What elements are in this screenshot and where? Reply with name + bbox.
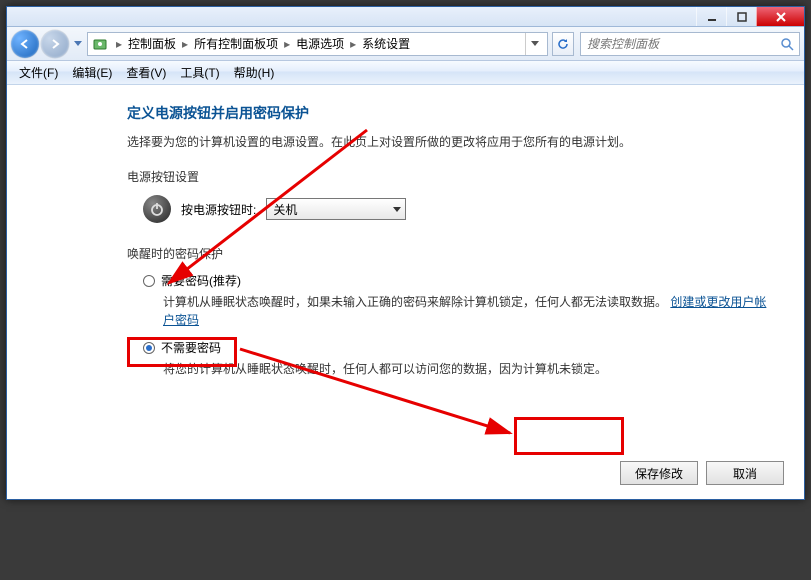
radio-no-password[interactable]: 不需要密码 [143,339,774,356]
menu-edit[interactable]: 编辑(E) [66,62,118,83]
menu-help[interactable]: 帮助(H) [228,62,281,83]
radio-icon [143,275,155,287]
power-action-dropdown[interactable]: 关机 [266,198,406,220]
chevron-right-icon: ▸ [112,37,126,51]
window: ▸ 控制面板 ▸ 所有控制面板项 ▸ 电源选项 ▸ 系统设置 文件(F) 编辑(… [6,6,805,500]
chevron-down-icon [393,202,401,216]
menu-view[interactable]: 查看(V) [120,62,172,83]
power-button-label: 按电源按钮时: [181,201,256,218]
opt2-description: 将您的计算机从睡眠状态唤醒时，任何人都可以访问您的数据，因为计算机未锁定。 [163,360,774,378]
page-description: 选择要为您的计算机设置的电源设置。在此页上对设置所做的更改将应用于您所有的电源计… [127,133,774,150]
close-button[interactable] [756,7,804,26]
radio-icon [143,342,155,354]
address-dropdown[interactable] [525,33,543,55]
search-input[interactable] [585,36,779,52]
section-power-label: 电源按钮设置 [127,168,774,185]
maximize-button[interactable] [726,7,756,26]
refresh-button[interactable] [552,32,574,56]
control-panel-icon [92,36,108,52]
dropdown-value: 关机 [273,201,297,218]
section-password-label: 唤醒时的密码保护 [127,245,774,262]
menubar: 文件(F) 编辑(E) 查看(V) 工具(T) 帮助(H) [7,61,804,85]
power-icon [143,195,171,223]
chevron-right-icon: ▸ [178,37,192,51]
content-area: 定义电源按钮并启用密码保护 选择要为您的计算机设置的电源设置。在此页上对设置所做… [7,85,804,499]
breadcrumb-item[interactable]: 所有控制面板项 [192,35,280,52]
opt1-description: 计算机从睡眠状态唤醒时，如果未输入正确的密码来解除计算机锁定，任何人都无法读取数… [163,293,774,329]
history-dropdown[interactable] [71,34,85,54]
radio-require-password[interactable]: 需要密码(推荐) [143,272,774,289]
forward-button[interactable] [41,30,69,58]
search-box[interactable] [580,32,800,56]
page-title: 定义电源按钮并启用密码保护 [127,103,774,123]
search-icon[interactable] [779,37,795,51]
titlebar [7,7,804,27]
navbar: ▸ 控制面板 ▸ 所有控制面板项 ▸ 电源选项 ▸ 系统设置 [7,27,804,61]
chevron-right-icon: ▸ [280,37,294,51]
save-button[interactable]: 保存修改 [620,461,698,485]
radio-label: 需要密码(推荐) [161,272,241,289]
menu-file[interactable]: 文件(F) [13,62,64,83]
cancel-button[interactable]: 取消 [706,461,784,485]
breadcrumb[interactable]: ▸ 控制面板 ▸ 所有控制面板项 ▸ 电源选项 ▸ 系统设置 [87,32,548,56]
breadcrumb-item[interactable]: 控制面板 [126,35,178,52]
breadcrumb-item[interactable]: 电源选项 [294,35,346,52]
annotation-box [514,417,624,455]
menu-tools[interactable]: 工具(T) [174,62,225,83]
back-button[interactable] [11,30,39,58]
minimize-button[interactable] [696,7,726,26]
radio-label: 不需要密码 [161,339,221,356]
breadcrumb-item[interactable]: 系统设置 [360,35,412,52]
chevron-right-icon: ▸ [346,37,360,51]
